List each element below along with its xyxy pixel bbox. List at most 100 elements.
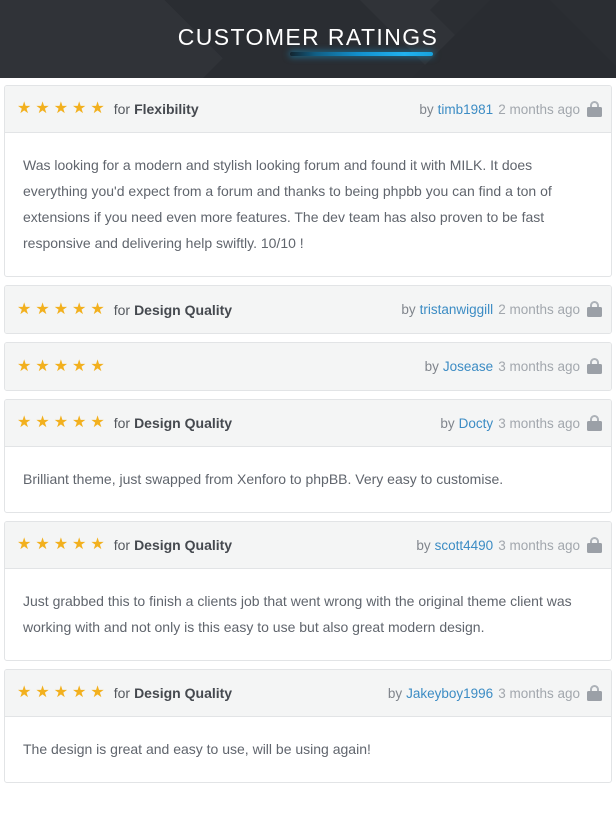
review-category-name: Design Quality: [134, 685, 233, 701]
rating-stars: ★ ★ ★ ★ ★: [17, 357, 105, 375]
review-meta: by scott4490 3 months ago: [416, 536, 602, 554]
review-card: ★ ★ ★ ★ ★ for Design Quality by Jakeyboy1996 3 mo…: [4, 669, 612, 783]
review-timestamp: 2 months ago: [498, 101, 580, 117]
star-icon: ★: [53, 684, 69, 701]
review-meta: by Docty 3 months ago: [440, 414, 602, 432]
title-accent-rule: [290, 52, 433, 56]
star-icon: ★: [72, 357, 87, 375]
star-icon: ★: [17, 100, 32, 117]
review-author-link[interactable]: Jakeyboy1996: [406, 686, 493, 701]
review-timestamp: 2 months ago: [498, 302, 580, 317]
lock-icon: [587, 684, 602, 702]
review-timestamp: 3 months ago: [498, 415, 580, 431]
review-meta: by timb1981 2 months ago: [419, 100, 602, 118]
review-card: ★ ★ ★ ★ ★ by Josease 3 months ago: [4, 342, 612, 391]
review-header: ★ ★ ★ ★ ★ for Flexibility by timb1981 2 months ag…: [5, 86, 611, 133]
star-icon: ★: [53, 100, 69, 117]
review-meta: by Josease 3 months ago: [425, 358, 602, 375]
review-header: ★ ★ ★ ★ ★ for Design Quality by scott4490 3 month…: [5, 522, 611, 569]
review-author-link[interactable]: Josease: [443, 359, 493, 374]
review-body-text: Brilliant theme, just swapped from Xenfo…: [23, 471, 504, 487]
review-author-link[interactable]: tristanwiggill: [420, 302, 494, 317]
lock-icon: [587, 358, 602, 375]
star-icon: ★: [35, 100, 50, 117]
star-icon: ★: [90, 536, 105, 553]
for-label-text: for: [113, 415, 131, 431]
review-timestamp: 3 months ago: [498, 685, 580, 701]
review-category-name: Flexibility: [134, 101, 199, 117]
review-header: ★ ★ ★ ★ ★ by Josease 3 months ago: [5, 343, 611, 390]
review-author-link[interactable]: scott4490: [435, 538, 494, 553]
review-card: ★ ★ ★ ★ ★ for Design Quality by Docty 3 months ag…: [4, 399, 612, 513]
star-icon: ★: [17, 684, 32, 701]
rating-stars: ★ ★ ★ ★ ★: [17, 685, 105, 701]
star-icon: ★: [90, 100, 105, 117]
review-category-name: Design Quality: [134, 415, 233, 431]
star-icon: ★: [53, 357, 69, 375]
star-icon: ★: [53, 300, 69, 318]
review-category: for Design Quality: [114, 415, 232, 431]
lock-icon: [587, 301, 602, 318]
page-header: CUSTOMER RATINGS: [0, 0, 616, 78]
by-label: by: [401, 302, 416, 317]
for-label-text: for: [113, 301, 131, 318]
review-meta: by Jakeyboy1996 3 months ago: [387, 684, 602, 702]
star-icon: ★: [35, 357, 50, 375]
star-icon: ★: [53, 536, 69, 553]
by-label: by: [424, 359, 439, 374]
star-icon: ★: [35, 414, 50, 431]
by-label: by: [440, 415, 455, 431]
lock-icon: [587, 536, 602, 554]
star-icon: ★: [17, 300, 32, 318]
by-label: by: [387, 685, 403, 701]
star-icon: ★: [17, 536, 32, 553]
review-body-text: Just grabbed this to finish a clients jo…: [23, 593, 572, 635]
star-icon: ★: [72, 300, 87, 318]
star-icon: ★: [72, 100, 87, 117]
review-card: ★ ★ ★ ★ ★ for Design Quality by tristanwiggill 2 …: [4, 285, 612, 334]
review-header: ★ ★ ★ ★ ★ for Design Quality by tristanwiggill 2 …: [5, 286, 611, 333]
review-category: for Flexibility: [114, 101, 199, 117]
star-icon: ★: [90, 414, 105, 431]
review-category-name: Design Quality: [134, 301, 233, 318]
star-icon: ★: [53, 414, 69, 431]
review-category: for Design Quality: [114, 302, 232, 318]
star-icon: ★: [17, 414, 32, 431]
star-icon: ★: [35, 536, 50, 553]
review-body-text: The design is great and easy to use, wil…: [23, 741, 371, 757]
reviews-list: ★ ★ ★ ★ ★ for Flexibility by timb1981 2 months ag…: [0, 78, 616, 783]
star-icon: ★: [72, 414, 87, 431]
review-card: ★ ★ ★ ★ ★ for Flexibility by timb1981 2 months ag…: [4, 85, 612, 277]
review-timestamp: 3 months ago: [498, 359, 580, 374]
review-timestamp: 3 months ago: [498, 537, 580, 553]
for-label-text: for: [113, 537, 131, 553]
review-header: ★ ★ ★ ★ ★ for Design Quality by Jakeyboy1996 3 mo…: [5, 670, 611, 717]
star-icon: ★: [90, 357, 105, 375]
review-category: for Design Quality: [114, 537, 232, 553]
star-icon: ★: [72, 684, 87, 701]
review-category: for Design Quality: [114, 685, 232, 701]
page-title: CUSTOMER RATINGS: [177, 24, 439, 50]
star-icon: ★: [35, 684, 50, 701]
review-header: ★ ★ ★ ★ ★ for Design Quality by Docty 3 months ag…: [5, 400, 611, 447]
review-author-link[interactable]: Docty: [459, 416, 494, 431]
star-icon: ★: [35, 300, 50, 318]
star-icon: ★: [90, 300, 105, 318]
review-meta: by tristanwiggill 2 months ago: [401, 301, 602, 318]
rating-stars: ★ ★ ★ ★ ★: [17, 101, 105, 117]
review-card: ★ ★ ★ ★ ★ for Design Quality by scott4490 3 month…: [4, 521, 612, 661]
rating-stars: ★ ★ ★ ★ ★: [17, 415, 105, 431]
review-category-name: Design Quality: [134, 537, 233, 553]
by-label: by: [419, 101, 434, 117]
rating-stars: ★ ★ ★ ★ ★: [17, 300, 105, 318]
for-label-text: for: [113, 101, 131, 117]
star-icon: ★: [17, 357, 32, 375]
review-author-link[interactable]: timb1981: [438, 102, 494, 117]
for-label-text: for: [113, 685, 131, 701]
by-label: by: [416, 537, 431, 553]
star-icon: ★: [90, 684, 105, 701]
star-icon: ★: [72, 536, 87, 553]
rating-stars: ★ ★ ★ ★ ★: [17, 537, 105, 553]
lock-icon: [587, 414, 602, 432]
lock-icon: [587, 100, 602, 118]
